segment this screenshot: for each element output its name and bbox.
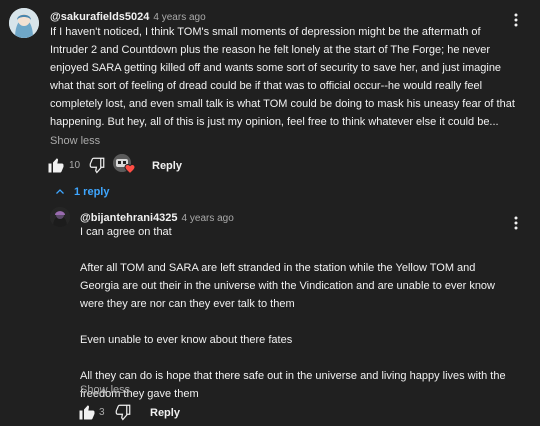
reply-like-button[interactable] (78, 403, 96, 421)
thumbs-up-icon (79, 405, 95, 420)
creator-heart-badge (113, 154, 137, 176)
reply-paragraph: Even unable to ever know about there fat… (80, 334, 293, 346)
thumbs-down-icon (89, 157, 105, 174)
comment-timestamp[interactable]: 4 years ago (153, 12, 205, 23)
comment-like-button[interactable] (47, 156, 65, 174)
comment-show-less[interactable]: Show less (50, 135, 100, 147)
reply-dislike-button[interactable] (114, 403, 132, 421)
reply-paragraph: After all TOM and SARA are left stranded… (80, 262, 495, 310)
reply-paragraph: I can agree on that (80, 226, 172, 238)
commenter-avatar[interactable] (9, 8, 39, 38)
comment-dislike-button[interactable] (88, 156, 106, 174)
reply-avatar[interactable] (50, 207, 70, 227)
chevron-up-icon (56, 189, 64, 194)
comment-like-count: 10 (69, 160, 81, 171)
reply-like-count: 3 (99, 407, 105, 418)
more-vert-icon (514, 216, 518, 230)
replies-toggle[interactable]: 1 reply (54, 186, 109, 198)
thumbs-up-icon (48, 158, 64, 173)
comment-reply-button[interactable]: Reply (152, 160, 182, 172)
reply-paragraph: All they can do is hope that there safe … (80, 370, 506, 400)
reply-reply-button[interactable]: Reply (150, 407, 180, 419)
creator-heart-icon (124, 163, 136, 175)
reply-menu-button[interactable] (508, 215, 524, 231)
comment-text: If I haven't noticed, I think TOM's smal… (50, 26, 515, 128)
replies-toggle-label: 1 reply (74, 186, 110, 198)
commenter-handle[interactable]: @sakurafields5024 (50, 11, 149, 23)
thumbs-down-icon (115, 404, 131, 421)
reply-show-less[interactable]: Show less (80, 384, 130, 396)
reply-text: I can agree on that After all TOM and SA… (80, 223, 510, 403)
